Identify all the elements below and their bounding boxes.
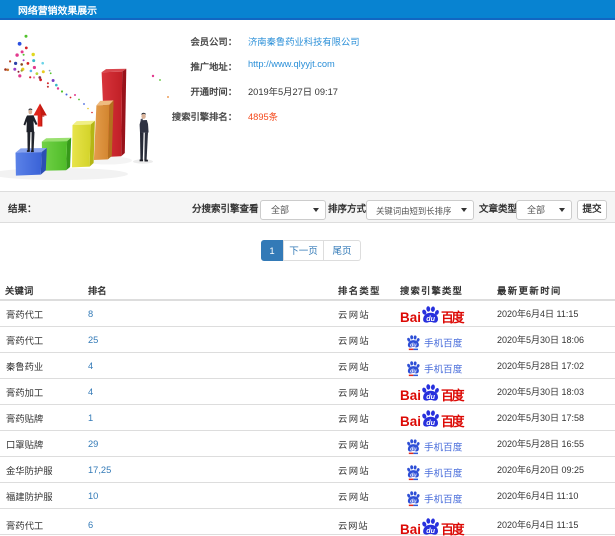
- svg-text:du: du: [426, 527, 435, 535]
- svg-text:Bai: Bai: [400, 310, 421, 324]
- svg-text:Bai: Bai: [400, 522, 421, 536]
- svg-text:百度: 百度: [441, 310, 465, 324]
- svg-text:du: du: [410, 368, 417, 374]
- svg-text:du: du: [410, 498, 417, 504]
- svg-text:du: du: [426, 315, 435, 323]
- svg-text:du: du: [410, 472, 417, 478]
- svg-text:du: du: [426, 393, 435, 401]
- svg-text:Bai: Bai: [400, 414, 421, 428]
- svg-text:du: du: [426, 419, 435, 427]
- svg-text:手机百度: 手机百度: [424, 337, 463, 349]
- svg-text:Bai: Bai: [400, 388, 421, 402]
- svg-text:手机百度: 手机百度: [424, 467, 463, 479]
- svg-text:百度: 百度: [441, 388, 465, 402]
- svg-text:手机百度: 手机百度: [424, 493, 463, 505]
- svg-text:手机百度: 手机百度: [424, 363, 463, 375]
- svg-text:du: du: [410, 342, 417, 348]
- svg-text:手机百度: 手机百度: [424, 441, 463, 453]
- svg-text:百度: 百度: [441, 414, 465, 428]
- svg-text:du: du: [410, 446, 417, 452]
- svg-text:百度: 百度: [441, 522, 465, 536]
